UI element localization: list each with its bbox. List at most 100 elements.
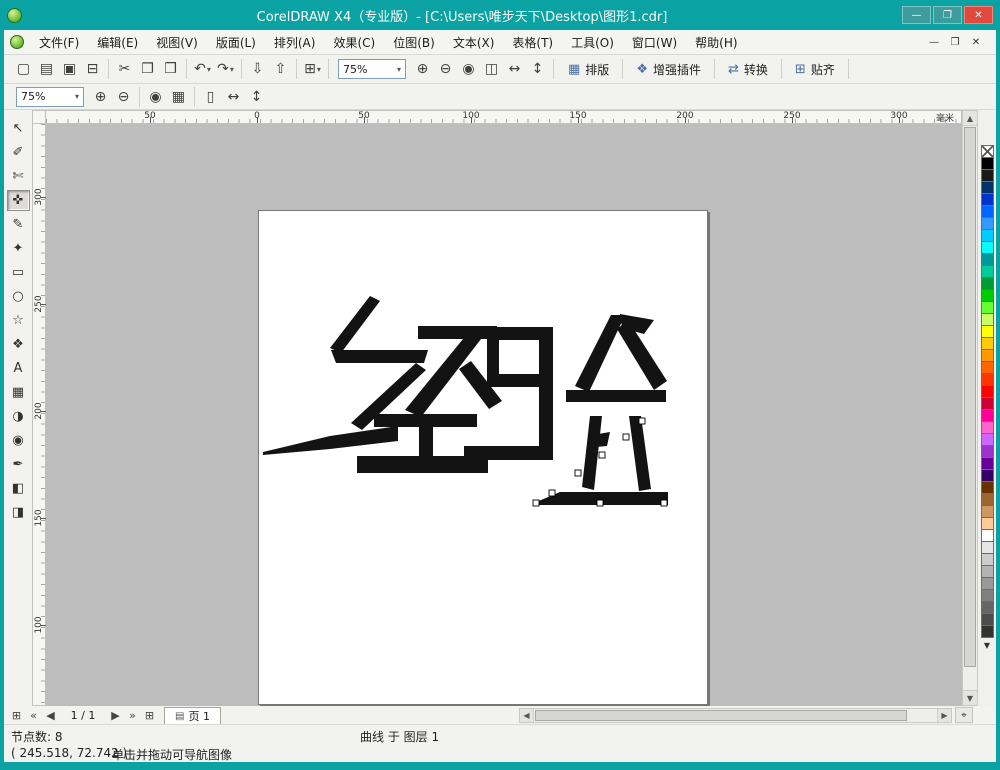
artwork-shape[interactable]: [539, 327, 553, 458]
prev-page-button[interactable]: ◀: [42, 709, 59, 722]
shape-tool[interactable]: ✐: [7, 142, 30, 163]
menu-item-效果(C)[interactable]: 效果(C): [324, 30, 384, 54]
artwork-shape[interactable]: [629, 416, 651, 491]
ellipse-tool[interactable]: ○: [7, 286, 30, 307]
vertical-scroll-thumb[interactable]: [964, 127, 976, 667]
doc-minimize-button[interactable]: —: [926, 37, 942, 48]
polygon-tool[interactable]: ☆: [7, 310, 30, 331]
application-launcher-icon[interactable]: ⊞▾: [301, 58, 324, 80]
artwork-shape[interactable]: [566, 390, 666, 402]
navigator-button[interactable]: ⌖: [955, 707, 973, 723]
save-icon[interactable]: ▣: [58, 58, 81, 80]
doc-restore-button[interactable]: ❐: [947, 37, 963, 48]
zoom-out-icon[interactable]: ⊖: [112, 86, 135, 108]
menu-item-编辑(E)[interactable]: 编辑(E): [88, 30, 147, 54]
selection-node-handle[interactable]: [533, 500, 539, 506]
selection-node-handle[interactable]: [661, 500, 667, 506]
zoom-height-icon[interactable]: ↕: [526, 58, 549, 80]
artwork-shape[interactable]: [596, 432, 610, 447]
scroll-right-button[interactable]: ▶: [937, 709, 951, 722]
outline-tool[interactable]: ✒: [7, 454, 30, 475]
interactive-fill-tool[interactable]: ◨: [7, 502, 30, 523]
scroll-up-button[interactable]: ▲: [963, 111, 977, 126]
drawing-area[interactable]: [46, 124, 962, 706]
property-zoom-combo[interactable]: 75% ▾: [16, 87, 84, 107]
plugins-button[interactable]: ❖增强插件: [627, 58, 710, 80]
copy-icon[interactable]: ❐: [136, 58, 159, 80]
eyedropper-tool[interactable]: ◉: [7, 430, 30, 451]
snap-button[interactable]: ⊞贴齐: [786, 58, 844, 80]
page-tab[interactable]: ▤ 页 1: [164, 707, 221, 724]
close-button[interactable]: ✕: [964, 6, 993, 24]
horizontal-scrollbar[interactable]: ◀ ▶: [519, 708, 952, 723]
pick-tool[interactable]: ↖: [7, 118, 30, 139]
menu-item-排列(A)[interactable]: 排列(A): [265, 30, 325, 54]
zoom-to-selected-icon[interactable]: ◉: [144, 86, 167, 108]
open-icon[interactable]: ▤: [35, 58, 58, 80]
menu-item-窗口(W)[interactable]: 窗口(W): [623, 30, 686, 54]
rectangle-tool[interactable]: ▭: [7, 262, 30, 283]
scroll-left-button[interactable]: ◀: [520, 709, 534, 722]
horizontal-scroll-thumb[interactable]: [535, 710, 907, 721]
artwork-shape[interactable]: [419, 427, 433, 457]
menu-item-文本(X)[interactable]: 文本(X): [444, 30, 504, 54]
scroll-down-button[interactable]: ▼: [963, 690, 977, 705]
text-tool[interactable]: A: [7, 358, 30, 379]
print-icon[interactable]: ⊟: [81, 58, 104, 80]
next-page-button[interactable]: ▶: [107, 709, 124, 722]
palette-scroll-down-icon[interactable]: ▼: [984, 641, 990, 650]
paste-icon[interactable]: ❒: [159, 58, 182, 80]
artwork-shape[interactable]: [374, 414, 477, 427]
artwork-curve-object[interactable]: [46, 124, 962, 706]
convert-button[interactable]: ⇄转换: [719, 58, 777, 80]
cut-icon[interactable]: ✂: [113, 58, 136, 80]
horizontal-ruler[interactable]: [46, 110, 962, 124]
zoom-in-icon[interactable]: ⊕: [89, 86, 112, 108]
new-document-icon[interactable]: ▢: [12, 58, 35, 80]
zoom-out-icon[interactable]: ⊖: [434, 58, 457, 80]
artwork-shape[interactable]: [263, 426, 398, 455]
vertical-scrollbar[interactable]: ▲ ▼: [962, 110, 978, 706]
ruler-origin-corner[interactable]: [32, 110, 46, 124]
doc-close-button[interactable]: ✕: [968, 37, 984, 48]
artwork-shape[interactable]: [418, 326, 497, 339]
minimize-button[interactable]: —: [902, 6, 931, 24]
undo-icon[interactable]: ↶▾: [191, 58, 214, 80]
add-page-button[interactable]: ⊞: [8, 709, 25, 722]
artwork-shape[interactable]: [575, 315, 625, 392]
zoom-to-width-icon[interactable]: ↔: [222, 86, 245, 108]
menu-item-视图(V)[interactable]: 视图(V): [147, 30, 207, 54]
selection-node-handle[interactable]: [597, 500, 603, 506]
selection-node-handle[interactable]: [599, 452, 605, 458]
import-icon[interactable]: ⇩: [246, 58, 269, 80]
basic-shapes-tool[interactable]: ❖: [7, 334, 30, 355]
zoom-to-height-icon[interactable]: ↕: [245, 86, 268, 108]
redo-icon[interactable]: ↷▾: [214, 58, 237, 80]
smart-fill-tool[interactable]: ✦: [7, 238, 30, 259]
last-page-button[interactable]: »: [124, 709, 141, 722]
zoom-in-icon[interactable]: ⊕: [411, 58, 434, 80]
maximize-button[interactable]: ❐: [933, 6, 962, 24]
menu-item-工具(O)[interactable]: 工具(O): [562, 30, 623, 54]
zoom-selected-icon[interactable]: ◉: [457, 58, 480, 80]
palette-swatch-333333[interactable]: [981, 625, 994, 638]
menu-item-表格(T)[interactable]: 表格(T): [503, 30, 562, 54]
export-icon[interactable]: ⇧: [269, 58, 292, 80]
zoom-to-all-icon[interactable]: ▦: [167, 86, 190, 108]
zoom-to-page-icon[interactable]: ▯: [199, 86, 222, 108]
add-page-button-2[interactable]: ⊞: [141, 709, 158, 722]
zoom-level-combo[interactable]: 75% ▾: [338, 59, 406, 79]
selection-node-handle[interactable]: [549, 490, 555, 496]
first-page-button[interactable]: «: [25, 709, 42, 722]
freehand-tool[interactable]: ✎: [7, 214, 30, 235]
blend-tool[interactable]: ◑: [7, 406, 30, 427]
selection-node-handle[interactable]: [639, 418, 645, 424]
fill-tool[interactable]: ◧: [7, 478, 30, 499]
zoom-page-icon[interactable]: ◫: [480, 58, 503, 80]
menu-item-文件(F)[interactable]: 文件(F): [30, 30, 88, 54]
menu-item-帮助(H)[interactable]: 帮助(H): [686, 30, 746, 54]
zoom-width-icon[interactable]: ↔: [503, 58, 526, 80]
pan-tool[interactable]: ✜: [7, 190, 30, 211]
menu-item-版面(L)[interactable]: 版面(L): [207, 30, 265, 54]
selection-node-handle[interactable]: [575, 470, 581, 476]
